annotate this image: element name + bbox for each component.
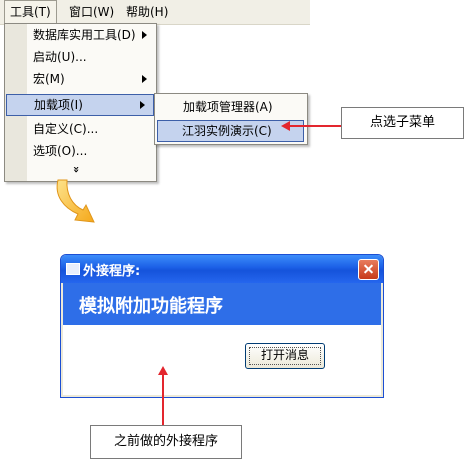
close-icon[interactable] [358, 259, 379, 280]
submenu-item-addin-manager[interactable]: 加载项管理器(A) [155, 96, 305, 118]
submenu-arrow-icon [142, 31, 147, 39]
submenu-arrow-icon [142, 75, 147, 83]
menu-item-macro[interactable]: 宏(M) [5, 68, 155, 90]
callout-select-submenu: 点选子菜单 [341, 107, 464, 139]
menu-item-startup[interactable]: 启动(U)... [5, 46, 155, 68]
menu-tools[interactable]: 工具(T) [4, 0, 57, 24]
menu-item-addins[interactable]: 加载项(I) [6, 94, 154, 116]
banner-text: 模拟附加功能程序 [79, 296, 223, 317]
curved-arrow-icon [56, 179, 95, 223]
open-message-button[interactable]: 打开消息 [245, 343, 325, 369]
callout-previous-program: 之前做的外接程序 [90, 425, 242, 459]
menu-window[interactable]: 窗口(W) [64, 0, 119, 24]
expand-icon[interactable]: » [70, 166, 83, 173]
app-icon [66, 263, 80, 275]
menu-bar: 工具(T) 窗口(W) 帮助(H) [0, 0, 310, 25]
submenu-arrow-icon [140, 101, 145, 109]
addins-submenu: 加载项管理器(A) 江羽实例演示(C) [154, 93, 308, 145]
dialog-titlebar: 外接程序: [61, 255, 383, 283]
dialog-body: 打开消息 [63, 325, 381, 395]
menu-item-options[interactable]: 选项(O)... [5, 140, 155, 162]
dialog-title: 外接程序: [83, 264, 141, 279]
menu-help[interactable]: 帮助(H) [121, 0, 173, 24]
tools-dropdown: 数据库实用工具(D) 启动(U)... 宏(M) 加载项(I) 自定义(C)..… [4, 23, 157, 182]
dialog-banner: 模拟附加功能程序 [63, 283, 381, 325]
menu-item-database-tools[interactable]: 数据库实用工具(D) [5, 24, 155, 46]
menu-item-customize[interactable]: 自定义(C)... [5, 118, 155, 140]
addin-dialog: 外接程序: 模拟附加功能程序 打开消息 [60, 254, 384, 398]
